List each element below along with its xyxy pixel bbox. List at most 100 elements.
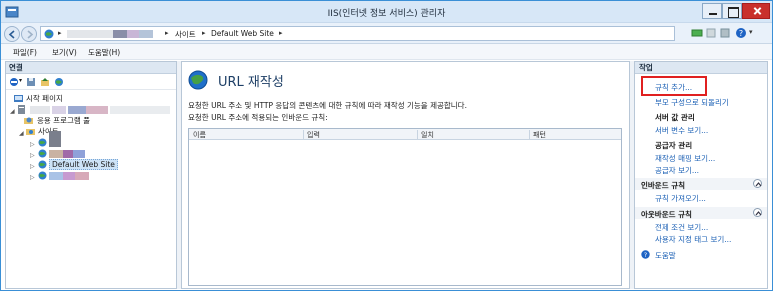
redacted-site-name [75, 172, 89, 180]
inbound-rules-section[interactable]: 인바운드 규칙 [635, 178, 767, 190]
view-providers-link[interactable]: 공급자 보기... [655, 165, 699, 176]
connections-pane: 연결 ▾ 시작 페이지 ◢ 응용 프로그램 풀 ◢ ▷ ▷ ▷ Default … [5, 61, 177, 289]
tree-item-site-1[interactable]: ▷ [10, 131, 170, 148]
redacted-server-name [52, 106, 66, 114]
refresh-icon[interactable] [719, 27, 731, 39]
page-title: URL 재작성 [218, 75, 284, 90]
feature-pane: URL 재작성 요청한 URL 주소 및 HTTP 응답의 콘텐츠에 대한 규칙… [181, 61, 630, 289]
tree-label: Default Web Site [49, 159, 118, 170]
forward-arrow-icon [27, 30, 34, 39]
forward-button[interactable] [21, 26, 37, 42]
help-icon[interactable]: ? [735, 27, 747, 39]
redacted-site-name [63, 172, 75, 180]
menu-help[interactable]: 도움말(H) [88, 47, 120, 58]
view-rewrite-maps-link[interactable]: 재작성 매핑 보기... [655, 153, 715, 164]
home-icon [14, 95, 23, 102]
column-divider[interactable] [303, 130, 304, 139]
back-button[interactable] [4, 26, 20, 42]
server-variables-heading: 서버 값 관리 [655, 113, 695, 122]
connections-header: 연결 [6, 62, 176, 74]
redacted-server-name [127, 30, 139, 38]
redacted-server-name [139, 30, 153, 38]
feature-description: 요청한 URL 주소 및 HTTP 응답의 콘텐츠에 대한 규칙에 따라 재작성… [188, 101, 467, 110]
connect-icon[interactable] [54, 77, 64, 87]
import-rules-link[interactable]: 규칙 가져오기... [655, 193, 706, 204]
tree-item-site-2[interactable]: ▷ [10, 148, 170, 159]
title-bar: IIS(인터넷 정보 서비스) 관리자 [1, 1, 772, 23]
help-link[interactable]: 도움말 [655, 250, 676, 261]
redacted-site-name [49, 150, 63, 158]
column-header-pattern[interactable]: 패턴 [533, 130, 546, 140]
add-rule-link[interactable]: 규칙 추가... [655, 82, 692, 93]
minimize-button[interactable] [702, 3, 722, 19]
tree-item-start-page[interactable]: 시작 페이지 [10, 93, 170, 104]
site-globe-icon [38, 171, 47, 180]
save-icon[interactable] [26, 77, 36, 87]
breadcrumb-default-web-site[interactable]: Default Web Site [211, 29, 274, 38]
menu-file[interactable]: 파일(F) [13, 47, 37, 58]
stop-icon[interactable] [705, 27, 717, 39]
connect-icon[interactable] [691, 27, 703, 39]
tree-item-site-4[interactable]: ▷ [10, 170, 170, 181]
column-header-input[interactable]: 입력 [307, 130, 320, 140]
view-custom-tags-link[interactable]: 사용자 지정 태그 보기... [655, 234, 731, 245]
url-rewrite-globe-icon [188, 70, 208, 90]
providers-heading: 공급자 관리 [655, 141, 693, 150]
menu-bar: 파일(F) 보기(V) 도움말(H) [1, 44, 772, 60]
redacted-server-name [68, 106, 86, 114]
help-icon: ? [641, 250, 650, 259]
breadcrumb-sites[interactable]: 사이트 [175, 29, 196, 40]
address-input[interactable]: ▸ ▸ 사이트 ▸ Default Web Site ▸ [40, 26, 675, 41]
inbound-rules-heading: 인바운드 규칙 [641, 181, 686, 190]
sites-folder-icon [26, 129, 35, 135]
breadcrumb-separator-icon: ▸ [58, 29, 62, 37]
expand-arrow-icon[interactable]: ▷ [30, 172, 35, 183]
up-folder-icon[interactable] [40, 77, 50, 87]
redacted-site-name [49, 172, 63, 180]
maximize-button[interactable] [722, 3, 742, 19]
site-globe-icon [38, 149, 47, 158]
app-pool-icon [24, 117, 33, 124]
redacted-server-name [86, 106, 108, 114]
window-title: IIS(인터넷 정보 서비스) 관리자 [327, 9, 446, 19]
site-globe-icon [38, 160, 47, 169]
redacted-server-name [67, 30, 113, 38]
actions-pane: 작업 규칙 추가... 부모 구성으로 되돌리기 서버 값 관리 서버 변수 보… [634, 61, 768, 289]
menu-view[interactable]: 보기(V) [52, 47, 77, 58]
collapse-chevron-icon[interactable] [753, 208, 762, 217]
view-preconditions-link[interactable]: 전제 조건 보기... [655, 222, 708, 233]
iis-manager-window: IIS(인터넷 정보 서비스) 관리자 ▸ ▸ 사이트 ▸ Default We… [0, 0, 773, 291]
actions-header: 작업 [635, 62, 767, 74]
column-divider[interactable] [417, 130, 418, 139]
svg-text:?: ? [739, 29, 743, 38]
globe-icon [44, 29, 54, 39]
redacted-site-name [73, 150, 85, 158]
tree-label: 시작 페이지 [26, 94, 63, 103]
tree-item-server[interactable]: ◢ [10, 104, 176, 115]
view-server-variables-link[interactable]: 서버 변수 보기... [655, 125, 708, 136]
rules-table[interactable]: 이름 입력 일치 패턴 [188, 128, 622, 286]
redacted-site-name [63, 150, 73, 158]
new-connection-icon[interactable] [9, 77, 19, 87]
column-header-match[interactable]: 일치 [421, 130, 434, 140]
breadcrumb-separator-icon: ▸ [165, 29, 169, 37]
server-icon [18, 105, 25, 114]
inbound-rules-caption: 요청한 URL 주소에 적용되는 인바운드 규칙: [188, 113, 328, 122]
tree-item-app-pools[interactable]: 응용 프로그램 풀 [10, 115, 170, 126]
outbound-rules-section[interactable]: 아웃바운드 규칙 [635, 207, 767, 219]
new-connection-dropdown-icon[interactable]: ▾ [19, 77, 22, 84]
tree-label: 응용 프로그램 풀 [37, 116, 91, 125]
revert-to-parent-link[interactable]: 부모 구성으로 되돌리기 [655, 97, 729, 108]
help-dropdown-icon[interactable]: ▾ [749, 28, 753, 36]
svg-text:?: ? [644, 251, 647, 259]
breadcrumb-separator-icon: ▸ [202, 29, 206, 37]
column-header-name[interactable]: 이름 [193, 130, 206, 140]
address-bar: ▸ ▸ 사이트 ▸ Default Web Site ▸ ? ▾ [1, 23, 772, 44]
tree-item-sites[interactable]: ◢ 사이트 [10, 126, 170, 137]
outbound-rules-heading: 아웃바운드 규칙 [641, 210, 692, 219]
collapse-chevron-icon[interactable] [753, 179, 762, 188]
tree-item-default-web-site[interactable]: ▷ Default Web Site [10, 159, 170, 170]
close-button[interactable] [742, 3, 770, 19]
column-divider[interactable] [529, 130, 530, 139]
redacted-server-name [110, 106, 170, 114]
